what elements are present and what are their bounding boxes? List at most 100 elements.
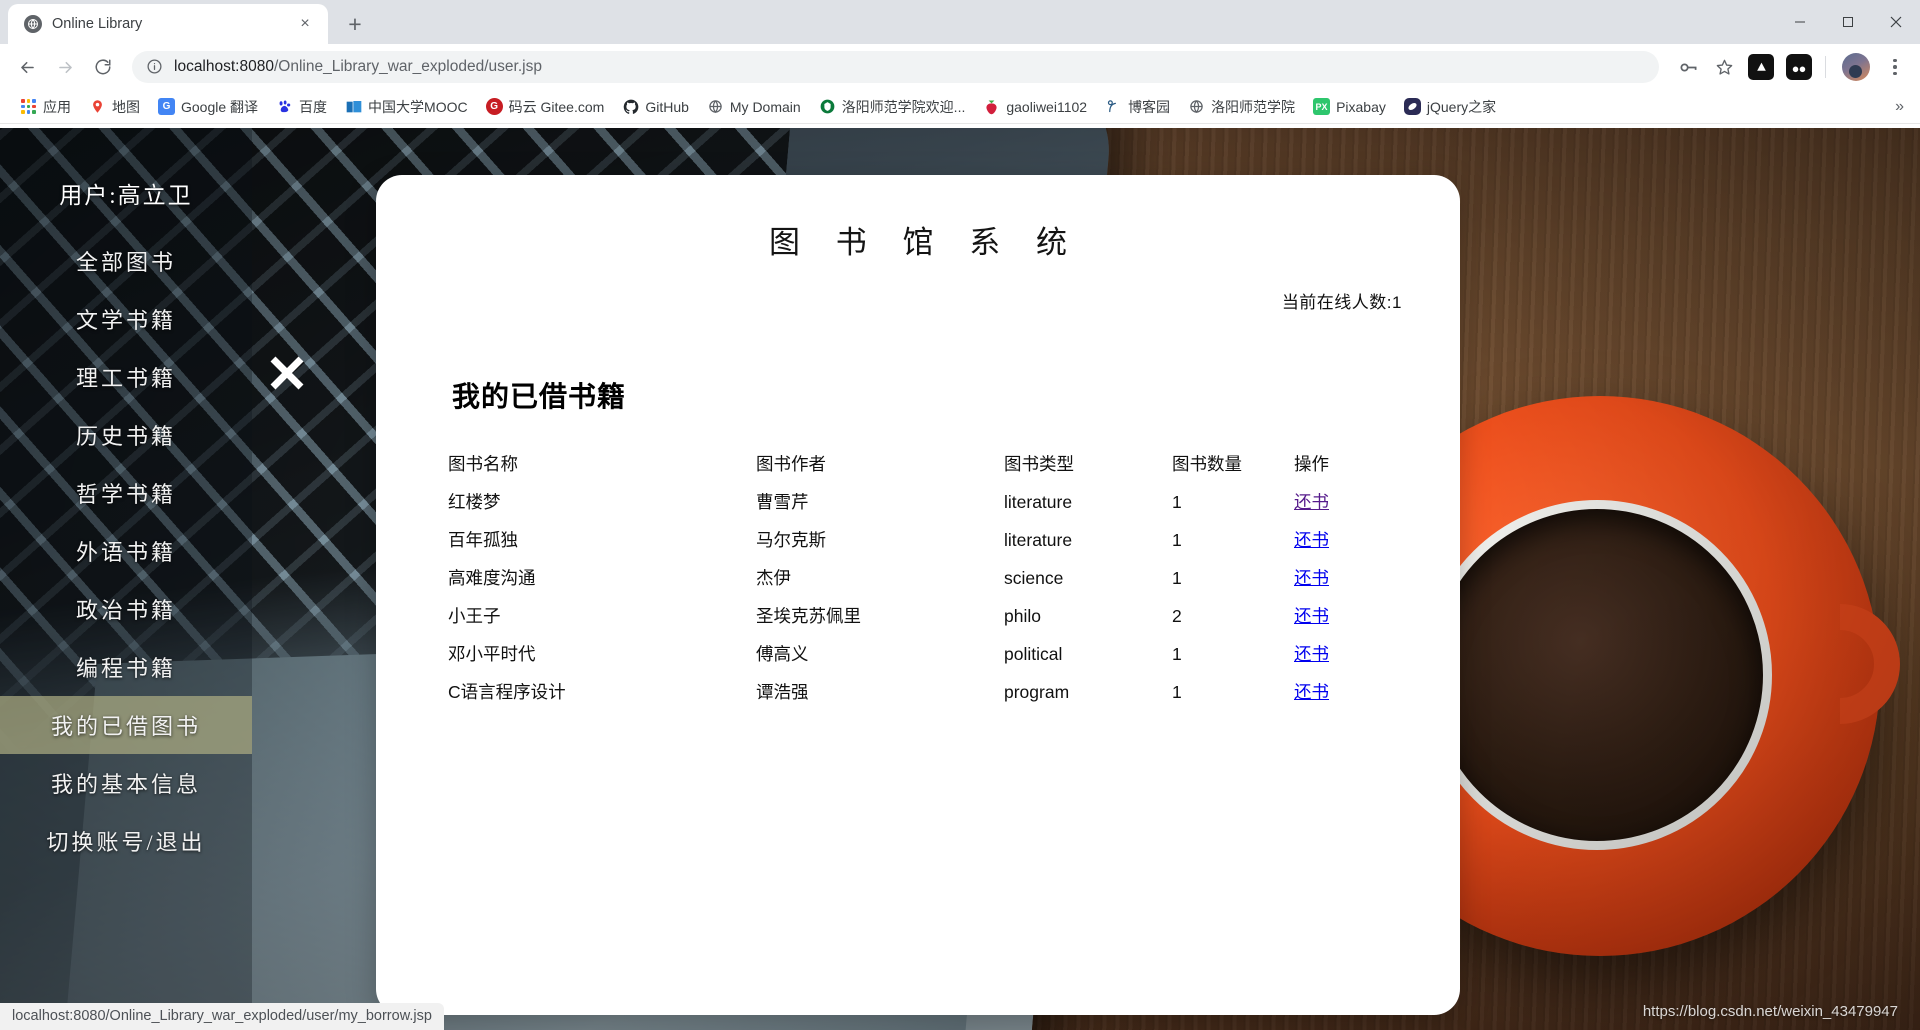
table-header-row: 图书名称 图书作者 图书类型 图书数量 操作 [448, 445, 1404, 483]
cell-book-qty: 1 [1172, 635, 1294, 673]
apps-grid-icon [20, 98, 37, 115]
translate-icon: G [158, 98, 175, 115]
return-book-link[interactable]: 还书 [1294, 568, 1329, 588]
cell-book-qty: 1 [1172, 483, 1294, 521]
pixabay-icon: PX [1313, 98, 1330, 115]
table-row: 高难度沟通 杰伊 science 1 还书 [448, 559, 1404, 597]
cell-book-type: literature [1004, 483, 1172, 521]
return-book-link[interactable]: 还书 [1294, 492, 1329, 512]
cell-book-name: 红楼梦 [448, 483, 756, 521]
bookmark-cnblogs[interactable]: 博客园 [1097, 93, 1178, 121]
bookmark-pixabay[interactable]: PX Pixabay [1305, 94, 1394, 119]
table-row: C语言程序设计 谭浩强 program 1 还书 [448, 673, 1404, 711]
sidebar-item-programming[interactable]: 编程书籍 [0, 638, 252, 696]
cell-book-author: 曹雪芹 [756, 483, 1004, 521]
new-tab-button[interactable]: + [338, 7, 372, 41]
bookmark-google-translate[interactable]: G Google 翻译 [150, 93, 266, 121]
bookmark-label: 洛阳师范学院欢迎... [842, 97, 966, 117]
reload-button[interactable] [86, 50, 120, 84]
browser-toolbar: localhost:8080/Online_Library_war_explod… [0, 44, 1920, 90]
bookmark-lynu[interactable]: 洛阳师范学院 [1180, 93, 1303, 121]
sidebar-item-science[interactable]: 理工书籍 [0, 348, 252, 406]
csdn-watermark: https://blog.csdn.net/weixin_43479947 [1643, 1003, 1898, 1020]
bookmark-label: Google 翻译 [181, 97, 258, 117]
tab-close-icon[interactable]: × [294, 13, 316, 35]
section-title: 我的已借书籍 [452, 375, 1460, 415]
bookmark-apps[interactable]: 应用 [12, 93, 79, 121]
bookmark-jquery[interactable]: jQuery之家 [1396, 93, 1504, 121]
bookmark-mooc[interactable]: 中国大学MOOC [337, 93, 476, 121]
cell-book-qty: 1 [1172, 521, 1294, 559]
sidebar-user-label: 用户:高立卫 [59, 176, 192, 210]
address-bar-url[interactable]: localhost:8080/Online_Library_war_explod… [174, 58, 1651, 76]
maps-pin-icon [89, 98, 106, 115]
sidebar-item-history[interactable]: 历史书籍 [0, 406, 252, 464]
key-icon[interactable] [1671, 50, 1705, 84]
globe-icon [1188, 98, 1205, 115]
cell-book-type: program [1004, 673, 1172, 711]
tab-title: Online Library [52, 16, 284, 32]
cell-book-name: C语言程序设计 [448, 673, 756, 711]
bookmark-label: Pixabay [1336, 99, 1386, 115]
sidebar-item-switch-logout[interactable]: 切换账号/退出 [0, 812, 252, 870]
bookmark-gaoliwei1102[interactable]: gaoliwei1102 [975, 94, 1095, 119]
sidebar-item-philosophy[interactable]: 哲学书籍 [0, 464, 252, 522]
close-x-icon[interactable] [264, 350, 310, 396]
bookmarks-overflow-button[interactable]: » [1887, 96, 1912, 118]
address-bar[interactable]: localhost:8080/Online_Library_war_explod… [132, 51, 1659, 83]
bookmark-label: jQuery之家 [1427, 97, 1496, 117]
cell-book-qty: 2 [1172, 597, 1294, 635]
toolbar-right-group [1671, 50, 1910, 84]
sidebar-item-my-borrowed-books[interactable]: 我的已借图书 [0, 696, 252, 754]
sidebar: 用户:高立卫 全部图书 文学书籍 理工书籍 历史书籍 哲学书籍 外语书籍 政治书… [0, 128, 252, 1030]
return-book-link[interactable]: 还书 [1294, 606, 1329, 626]
sidebar-item-all-books[interactable]: 全部图书 [0, 232, 252, 290]
avatar[interactable] [1842, 53, 1870, 81]
forward-button[interactable] [48, 50, 82, 84]
return-book-link[interactable]: 还书 [1294, 530, 1329, 550]
astar-extension-icon[interactable] [1748, 54, 1774, 80]
info-circle-icon[interactable] [146, 58, 164, 76]
window-close-button[interactable] [1872, 0, 1920, 44]
strawberry-icon [983, 98, 1000, 115]
return-book-link[interactable]: 还书 [1294, 682, 1329, 702]
mooc-book-icon [345, 98, 362, 115]
cell-book-type: political [1004, 635, 1172, 673]
bookmark-baidu[interactable]: 百度 [268, 93, 335, 121]
bookmark-label: 中国大学MOOC [368, 97, 468, 117]
cell-book-name: 邓小平时代 [448, 635, 756, 673]
sidebar-item-political[interactable]: 政治书籍 [0, 580, 252, 638]
back-button[interactable] [10, 50, 44, 84]
cell-book-author: 傅高义 [756, 635, 1004, 673]
globe-icon [707, 98, 724, 115]
page-viewport: 用户:高立卫 全部图书 文学书籍 理工书籍 历史书籍 哲学书籍 外语书籍 政治书… [0, 128, 1920, 1030]
sidebar-item-my-profile[interactable]: 我的基本信息 [0, 754, 252, 812]
toolbar-divider [1825, 56, 1826, 78]
sidebar-item-literature[interactable]: 文学书籍 [0, 290, 252, 348]
star-icon[interactable] [1707, 50, 1741, 84]
bookmark-gitee[interactable]: G 码云 Gitee.com [478, 93, 613, 121]
browser-tab[interactable]: Online Library × [8, 4, 328, 44]
cell-book-qty: 1 [1172, 559, 1294, 597]
maximize-button[interactable] [1824, 0, 1872, 44]
kebab-menu-icon[interactable] [1880, 52, 1910, 82]
sidebar-item-foreign-language[interactable]: 外语书籍 [0, 522, 252, 580]
cell-book-qty: 1 [1172, 673, 1294, 711]
table-row: 小王子 圣埃克苏佩里 philo 2 还书 [448, 597, 1404, 635]
gitee-icon: G [486, 98, 503, 115]
github-icon [622, 98, 639, 115]
table-row: 红楼梦 曹雪芹 literature 1 还书 [448, 483, 1404, 521]
baidu-paw-icon [276, 98, 293, 115]
online-user-count: 当前在线人数:1 [376, 288, 1460, 313]
return-book-link[interactable]: 还书 [1294, 644, 1329, 664]
column-header-book-name: 图书名称 [448, 445, 756, 483]
bookmark-lynu-welcome[interactable]: 洛阳师范学院欢迎... [811, 93, 974, 121]
window-controls [1776, 0, 1920, 44]
column-header-action: 操作 [1294, 445, 1404, 483]
bookmark-label: 洛阳师范学院 [1211, 97, 1295, 117]
minimize-button[interactable] [1776, 0, 1824, 44]
extension-icon[interactable] [1786, 54, 1812, 80]
bookmark-maps[interactable]: 地图 [81, 93, 148, 121]
bookmark-github[interactable]: GitHub [614, 94, 697, 119]
bookmark-my-domain[interactable]: My Domain [699, 94, 809, 119]
